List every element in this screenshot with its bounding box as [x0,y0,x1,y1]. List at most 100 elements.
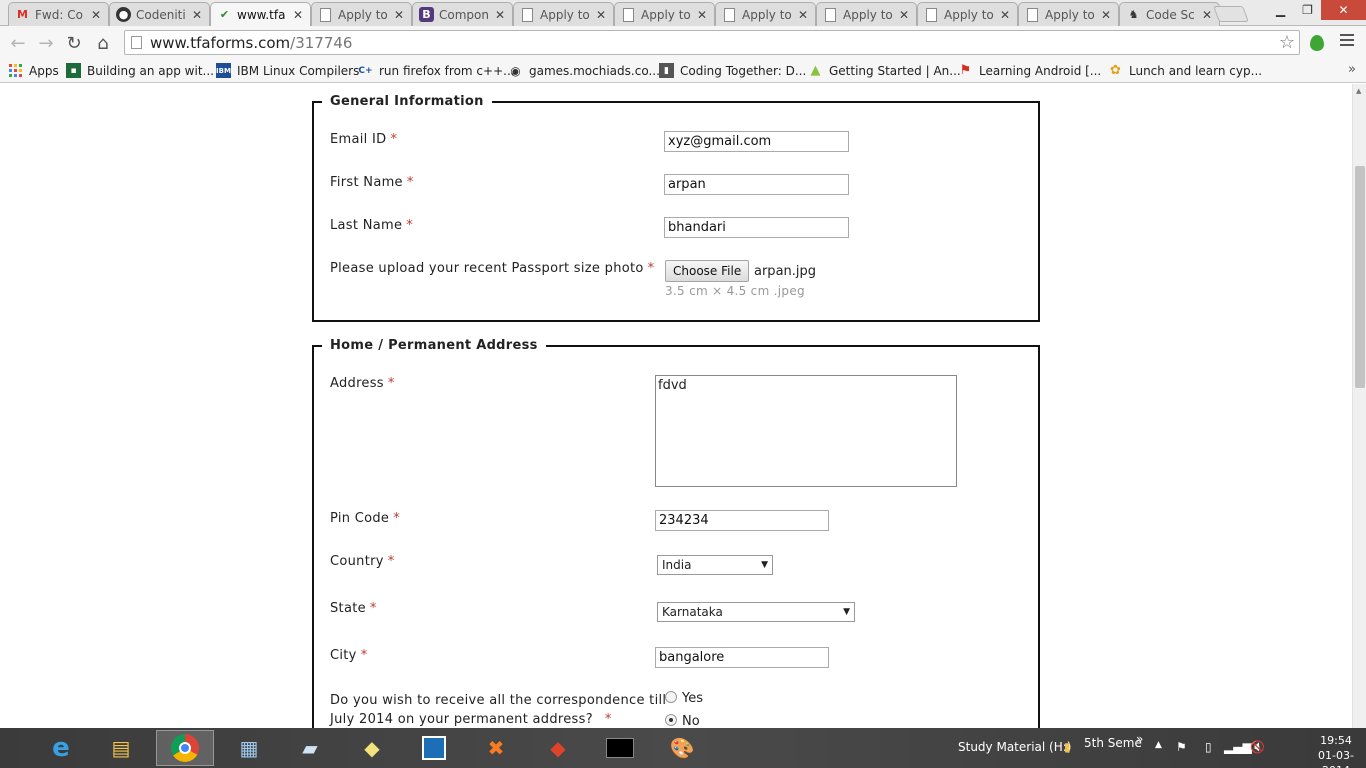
reload-icon[interactable]: ↻ [62,31,86,55]
cplusplus-icon: C+ [358,65,373,76]
command-prompt-icon[interactable] [591,730,649,766]
forward-icon[interactable]: → [34,31,58,55]
tab-apply[interactable]: Apply to ✕ [715,2,816,26]
first-name-field[interactable] [664,174,849,195]
bookmark-item[interactable]: IBM IBM Linux Compilers [216,63,359,78]
state-label: State * [330,601,377,616]
last-name-field[interactable] [664,217,849,238]
app-icon: ▪ [66,63,81,78]
tab-apply[interactable]: Apply to ✕ [614,2,715,26]
close-icon[interactable]: ✕ [999,8,1011,22]
scroll-thumb[interactable] [1355,166,1365,388]
menu-icon[interactable] [1340,34,1354,49]
tab-github[interactable]: ● Codeniti ✕ [109,2,210,26]
bookmark-item[interactable]: ⚑ Learning Android [... [958,63,1102,78]
bookmark-item[interactable]: ◉ games.mochiads.co... [508,63,660,78]
country-select[interactable]: India ▼ [657,555,773,575]
close-icon[interactable]: ✕ [393,8,405,22]
action-center-flag-icon[interactable]: ⚑ [1176,740,1187,754]
bookmark-star-icon[interactable]: ☆ [1279,32,1295,53]
restore-icon[interactable]: ❐ [1294,0,1321,20]
tab-apply[interactable]: Apply to ✕ [311,2,412,26]
tab-apply[interactable]: Apply to ✕ [1018,2,1119,26]
page-icon [621,7,636,22]
vertical-scrollbar[interactable]: ▲ [1352,84,1366,728]
radio-no[interactable] [665,714,677,726]
control-panel-icon[interactable]: ▦ [220,730,278,766]
tab-title: Apply to [742,7,792,22]
paint-icon[interactable]: 🎨 [653,730,711,766]
email-field[interactable] [664,131,849,152]
toolbar-overflow-icon[interactable]: » [1136,732,1143,746]
address-bar[interactable]: www.tfaforms.com/317746 ☆ [124,30,1300,55]
city-label: City * [330,648,368,663]
choose-file-button[interactable]: Choose File [665,260,750,282]
file-explorer-icon[interactable]: ▤ [92,730,150,766]
photo-hint: 3.5 cm × 4.5 cm .jpeg [665,284,805,298]
radio-yes[interactable] [665,691,677,703]
android-icon: ▲ [810,63,821,78]
tab-codeschool[interactable]: ♞ Code Sc ✕ [1119,2,1220,26]
city-field[interactable] [655,647,829,668]
xampp-icon[interactable]: ✖ [467,730,525,766]
section-legend: General Information [330,94,484,109]
back-icon[interactable]: ← [6,31,30,55]
bookmark-label: Apps [29,63,59,78]
close-icon[interactable]: ✕ [292,8,304,22]
show-hidden-icons-icon[interactable]: ▲ [1155,740,1162,750]
extension-icon[interactable] [1310,35,1324,51]
system-clock[interactable]: 19:54 01-03-2014 [1306,733,1366,768]
cypress-icon: ✿ [1110,63,1121,78]
scroll-up-arrow-icon[interactable]: ▲ [1356,87,1361,95]
close-icon[interactable]: ✕ [494,8,506,22]
close-icon[interactable]: ✕ [191,8,203,22]
minimize-icon[interactable]: ▁ [1267,0,1294,20]
home-icon[interactable]: ⌂ [91,31,115,55]
tab-title: www.tfa [237,7,286,22]
close-icon[interactable]: ✕ [898,8,910,22]
bookmark-item[interactable]: ▮ Coding Together: D... [659,63,806,78]
bookmark-item[interactable]: ✿ Lunch and learn cyp... [1108,63,1262,78]
country-label: Country * [330,554,395,569]
required-marker: * [369,601,377,616]
required-marker: * [406,218,414,233]
sticky-notes-icon[interactable]: ◆ [343,730,401,766]
terminal-app-icon[interactable] [405,730,463,766]
toolbar-folder-label[interactable]: Study Material (H:) [958,740,1071,754]
bookmark-label: Lunch and learn cyp... [1129,63,1263,78]
bookmark-item[interactable]: C+ run firefox from c++... [358,63,514,78]
folder-icon: ▮ [1064,740,1071,754]
tab-gmail[interactable]: M Fwd: Co ✕ [8,2,109,26]
address-label: Address * [330,376,395,391]
close-window-icon[interactable]: ✕ [1321,0,1366,20]
tab-apply[interactable]: Apply to ✕ [917,2,1018,26]
close-icon[interactable]: ✕ [1201,8,1213,22]
tab-components[interactable]: B Compon ✕ [412,2,513,26]
battery-icon[interactable]: ▯ [1205,740,1212,754]
radio-no-label: No [682,714,700,728]
close-icon[interactable]: ✕ [1100,8,1112,22]
bookmark-item[interactable]: ▲ Getting Started | An... [808,63,961,78]
tab-tfaforms[interactable]: ✔ www.tfa ✕ [210,2,311,26]
network-signal-icon[interactable]: ▂▄▆ [1224,740,1252,754]
state-select[interactable]: Karnataka ▼ [657,602,855,622]
tab-apply[interactable]: Apply to ✕ [513,2,614,26]
close-icon[interactable]: ✕ [595,8,607,22]
address-textarea[interactable]: fdvd [655,375,957,487]
bookmarks-overflow-button[interactable]: » [1348,62,1356,77]
chrome-icon[interactable] [156,730,214,766]
internet-explorer-icon[interactable]: e [32,730,90,766]
bookmark-apps[interactable]: Apps [8,63,59,78]
git-icon[interactable]: ◆ [529,730,587,766]
pin-code-field[interactable] [655,510,829,531]
new-tab-button[interactable] [1213,6,1249,22]
volume-muted-icon[interactable]: 🔇 [1250,740,1265,754]
bookmark-label: IBM Linux Compilers [237,63,360,78]
close-icon[interactable]: ✕ [797,8,809,22]
close-icon[interactable]: ✕ [90,8,102,22]
bookmark-item[interactable]: ▪ Building an app wit... [66,63,214,78]
tab-apply[interactable]: Apply to ✕ [816,2,917,26]
notepad-icon[interactable]: ▰ [281,730,339,766]
toolbar-folder-label[interactable]: 5th Seme [1084,736,1142,750]
close-icon[interactable]: ✕ [696,8,708,22]
